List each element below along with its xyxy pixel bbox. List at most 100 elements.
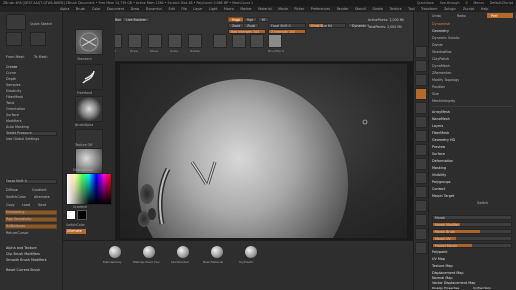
surface-section[interactable]: Surface [6,113,19,117]
tool-thumbnail[interactable] [6,32,22,46]
menu-item[interactable]: Alpha [60,7,69,11]
bpr-button[interactable] [415,46,427,58]
modifiers-section[interactable]: Modifiers [6,119,21,123]
menu-item[interactable]: File [181,7,187,11]
alpha-texture-section[interactable]: Alpha and Texture [6,246,37,250]
menu-item[interactable]: Material [258,7,271,11]
menu-item[interactable]: Stroke [373,7,384,11]
move-button[interactable] [148,34,162,48]
preview-section[interactable]: Preview [432,145,445,149]
move-view-button[interactable] [415,172,427,184]
quicksave-button[interactable]: QuickSave [417,1,434,5]
floor-button[interactable] [250,34,264,48]
frame-button[interactable] [415,158,427,170]
menu-item[interactable]: Render [337,7,349,11]
menu-item[interactable]: Zplugin [444,7,456,11]
snapshot-button[interactable] [213,34,227,48]
smooth-brush-section[interactable]: Smooth Brush Modifiers [6,258,47,262]
save-button[interactable]: Save [38,203,46,207]
z-intensity-slider[interactable]: Z Intensity 100 [268,29,306,34]
samples-section[interactable]: Samples [6,83,20,87]
scale-button[interactable] [168,34,182,48]
auto-masking-section[interactable]: Auto Masking [6,125,29,129]
undo-button[interactable]: Undo [432,14,441,18]
to-mesh-button[interactable]: To Mesh [34,55,48,59]
transp-button[interactable] [415,228,427,240]
return-cursor-toggle[interactable]: ReturnCursor [6,231,28,235]
orientation-section[interactable]: Orientation [6,107,25,111]
menu-item[interactable]: Movie [278,7,288,11]
display-properties-section[interactable]: Display Properties [432,286,459,290]
lsym-button[interactable] [415,130,427,142]
dynamic-toggle[interactable]: Dynamic [348,23,371,28]
polygroups-section[interactable]: Polygroups [432,180,451,184]
menu-item[interactable]: Brush [76,7,86,11]
position-section[interactable]: Position [432,85,445,89]
geometry-section[interactable]: Geometry [432,29,449,33]
layers-section[interactable]: Layers [432,124,443,128]
morph-target-section[interactable]: Morph Target [432,194,454,198]
size-section[interactable]: Size [432,92,439,96]
menu-item[interactable]: Picker [294,7,304,11]
zremesher-section[interactable]: ZRemesher [432,71,451,75]
from-mesh-button[interactable]: From Mesh [6,55,24,59]
claypolish-section[interactable]: ClayPolish [432,57,449,61]
vector-displacement-section[interactable]: Vector Displacement Map [432,281,475,285]
subtool-thumbnail[interactable] [30,32,46,46]
redo-button[interactable]: Redo [457,14,466,18]
visibility-section[interactable]: Visibility [432,173,446,177]
material-swatch[interactable] [245,246,257,258]
morph-slider-3[interactable]: Morph UV [432,236,512,241]
menu-item[interactable]: Light [209,7,217,11]
menu-item[interactable]: Dynamics [146,7,162,11]
create-section[interactable]: Create [6,65,17,69]
morph-slider-2[interactable]: Morph Brush [432,229,512,234]
morph-slider-1[interactable]: Morph Modifier [432,222,512,227]
see-through-label[interactable]: See-through [440,1,460,5]
normal-map-section[interactable]: Normal Map [432,276,453,280]
deformation-section[interactable]: Deformation [432,159,453,163]
shadowbox-section[interactable]: ShadowBox [432,50,452,54]
material-swatch[interactable] [211,246,223,258]
modify-topology-section[interactable]: Modify Topology [432,78,459,82]
material-swatch[interactable] [143,246,155,258]
quick-sketch-thumbnail[interactable] [6,14,26,30]
document-canvas[interactable] [120,64,407,240]
floor-shelf-button[interactable] [415,102,427,114]
solo-button[interactable] [415,242,427,254]
zsub-toggle[interactable]: Zsub [243,23,259,28]
rotate-view-button[interactable] [415,200,427,212]
dynamic-subdiv-section[interactable]: Dynamic Subdiv [432,36,460,40]
clip-brush-section[interactable]: Clip Brush Modifiers [6,252,40,256]
brushtip-button[interactable] [268,34,282,48]
texture-map-section[interactable]: Texture Map [432,264,453,268]
menu-item[interactable]: Help [481,7,489,11]
m-toggle[interactable]: M [258,17,269,22]
morph-slider-4[interactable]: Project Morph [432,243,512,248]
see-through-value[interactable]: 0 [465,1,467,5]
menu-item[interactable]: Stencil [355,7,366,11]
surface-section[interactable]: Surface [432,152,445,156]
load-button[interactable]: Load [22,203,30,207]
persp-button[interactable] [415,88,427,100]
nanomesh-section[interactable]: NanoMesh [432,117,450,121]
switch-color-label[interactable]: SwitchColor [66,223,85,227]
menu-item[interactable]: Draw [131,7,140,11]
divide-button[interactable]: Divide [432,43,443,47]
zadd-toggle[interactable]: Zadd [228,23,245,28]
polyf-button[interactable] [415,214,427,226]
xyz-button[interactable] [415,144,427,156]
switch-color-label[interactable]: SwitchColor [6,195,26,199]
sphere-mesh[interactable] [120,64,407,240]
menu-item[interactable]: Edit [168,7,174,11]
menu-item[interactable]: Zscript [463,7,474,11]
material-swatch[interactable] [177,246,189,258]
secondary-color-swatch[interactable] [77,210,87,220]
local-button[interactable] [415,116,427,128]
mrgb-toggle[interactable]: Mrgb [228,17,245,22]
uv-map-section[interactable]: UV Map [432,257,445,261]
elasticity-section[interactable]: Elasticity [6,89,21,93]
displacement-map-section[interactable]: Displacement Map [432,271,464,275]
draw-button[interactable] [128,34,142,48]
twist-section[interactable]: Twist [6,101,14,105]
